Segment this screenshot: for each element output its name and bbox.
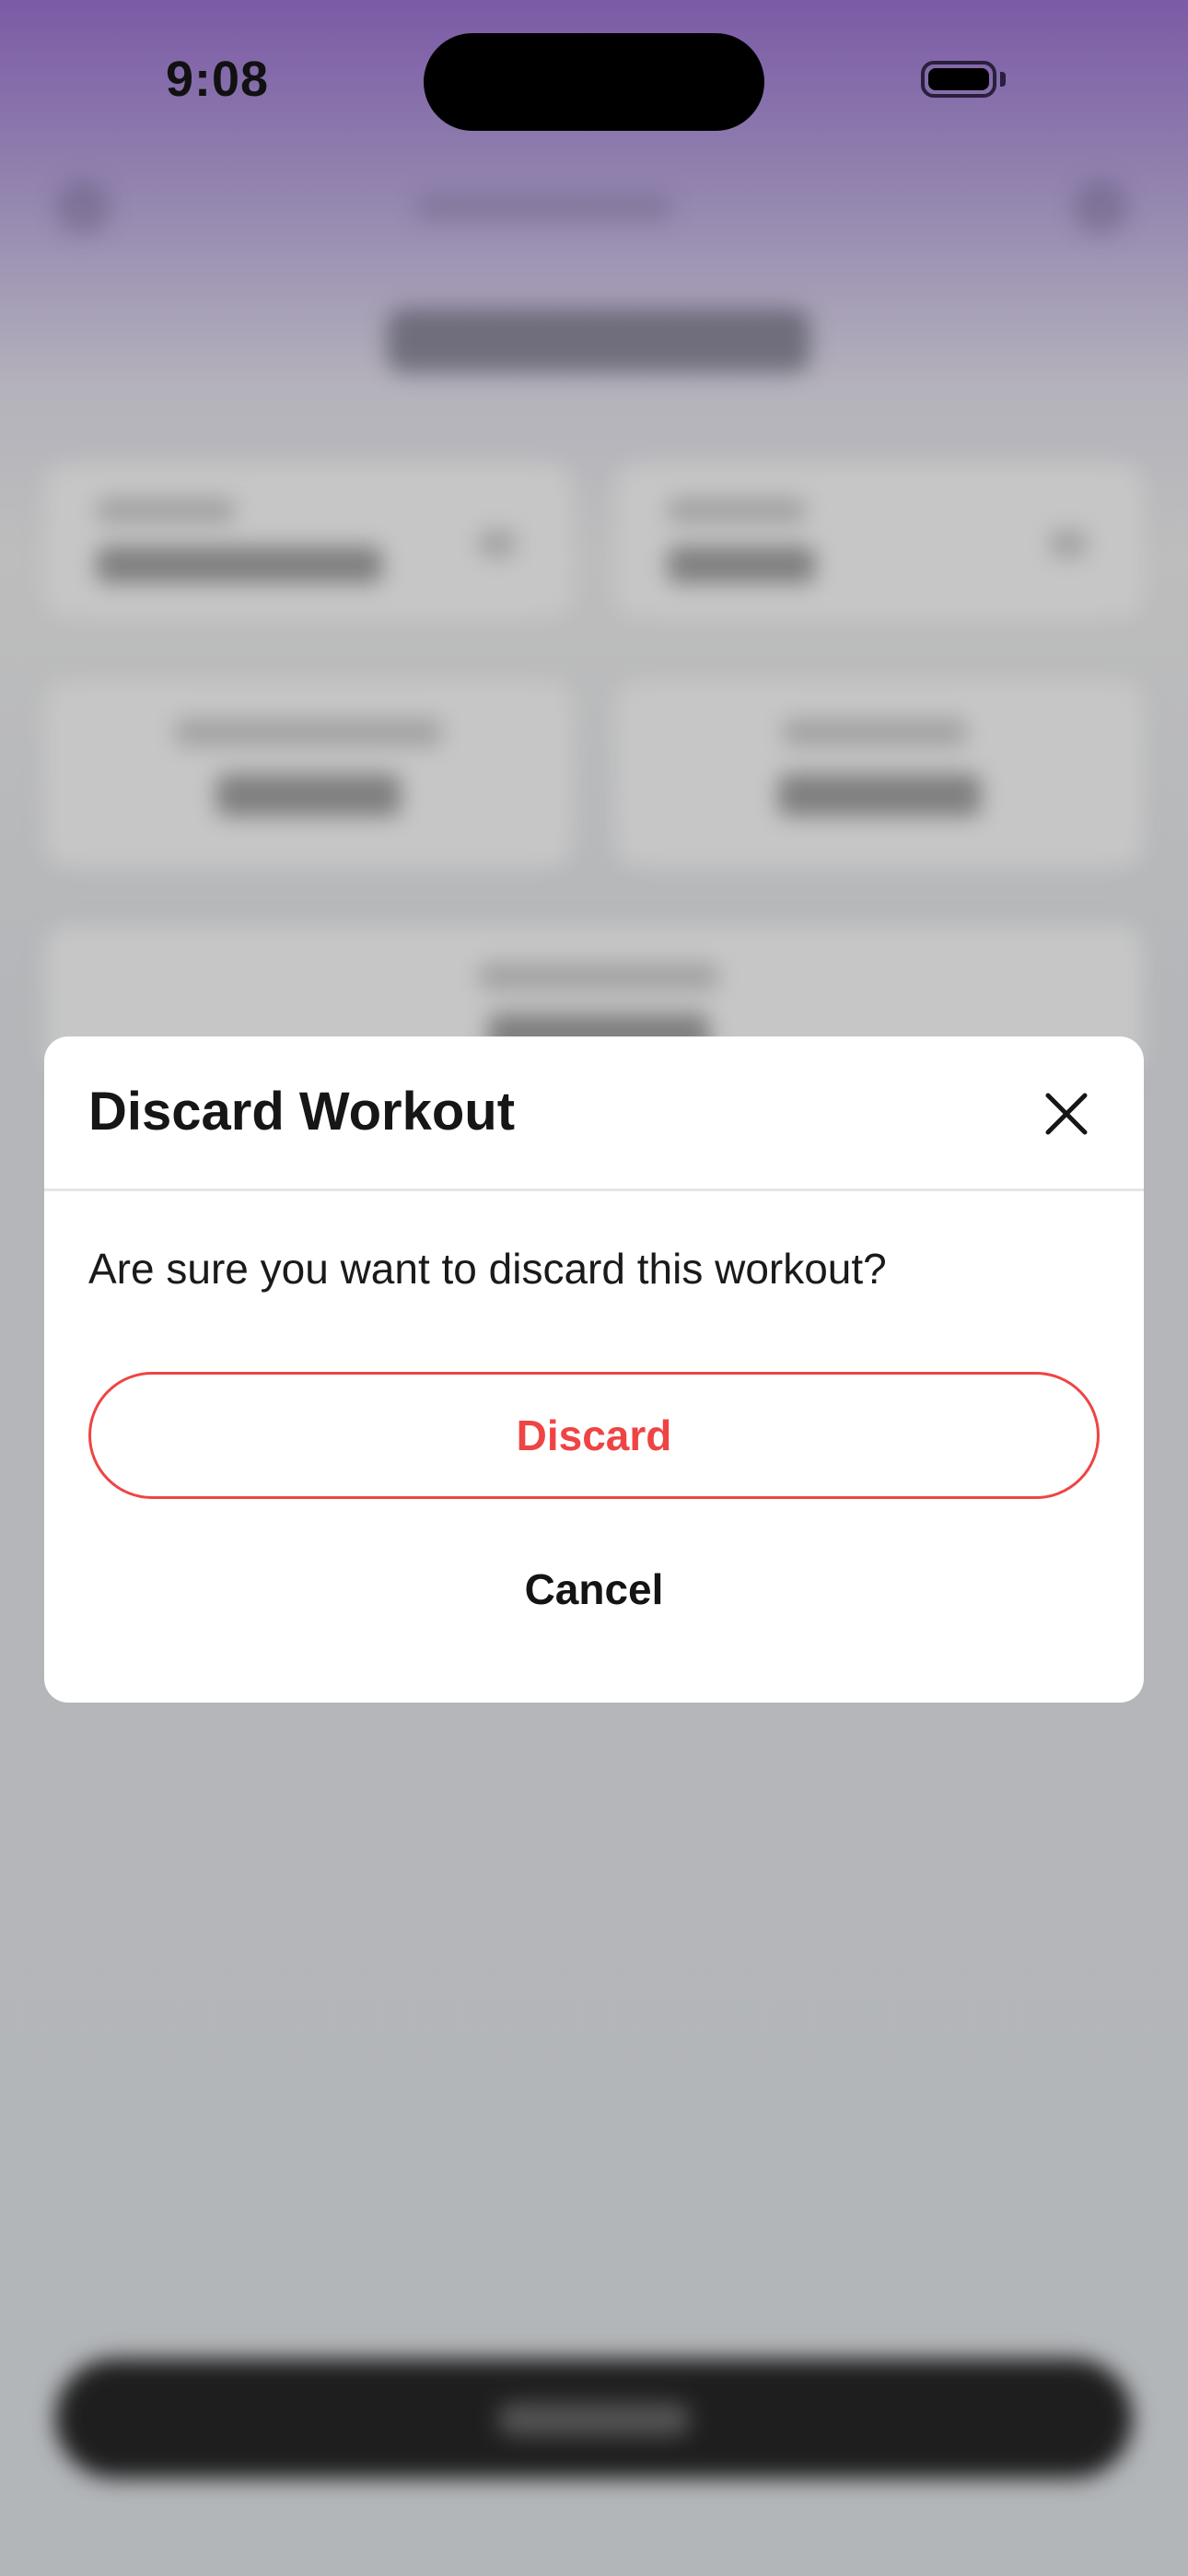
dynamic-island xyxy=(424,33,764,131)
cancel-button[interactable]: Cancel xyxy=(88,1539,1100,1640)
close-button[interactable] xyxy=(1039,1086,1094,1142)
background-button-label xyxy=(497,2403,691,2436)
discard-button[interactable]: Discard xyxy=(88,1372,1100,1499)
close-icon xyxy=(1045,1093,1088,1135)
battery-icon xyxy=(921,61,996,98)
dialog-header: Discard Workout xyxy=(44,1036,1144,1191)
background-card xyxy=(617,465,1142,617)
battery-fill xyxy=(928,68,989,90)
screen: 9:08 Discard Workout Are sure you want t… xyxy=(0,0,1188,2576)
background-card xyxy=(46,682,571,866)
background-card xyxy=(617,682,1142,866)
back-icon xyxy=(55,180,111,235)
background-card xyxy=(46,465,571,617)
status-time: 9:08 xyxy=(166,52,270,107)
dialog-title: Discard Workout xyxy=(88,1082,516,1142)
background-subtitle xyxy=(414,193,672,221)
battery-tip xyxy=(1000,72,1006,87)
menu-icon xyxy=(1073,180,1128,235)
discard-workout-dialog: Discard Workout Are sure you want to dis… xyxy=(44,1036,1144,1703)
background-title xyxy=(387,309,810,373)
dialog-message: Are sure you want to discard this workou… xyxy=(88,1245,887,1293)
